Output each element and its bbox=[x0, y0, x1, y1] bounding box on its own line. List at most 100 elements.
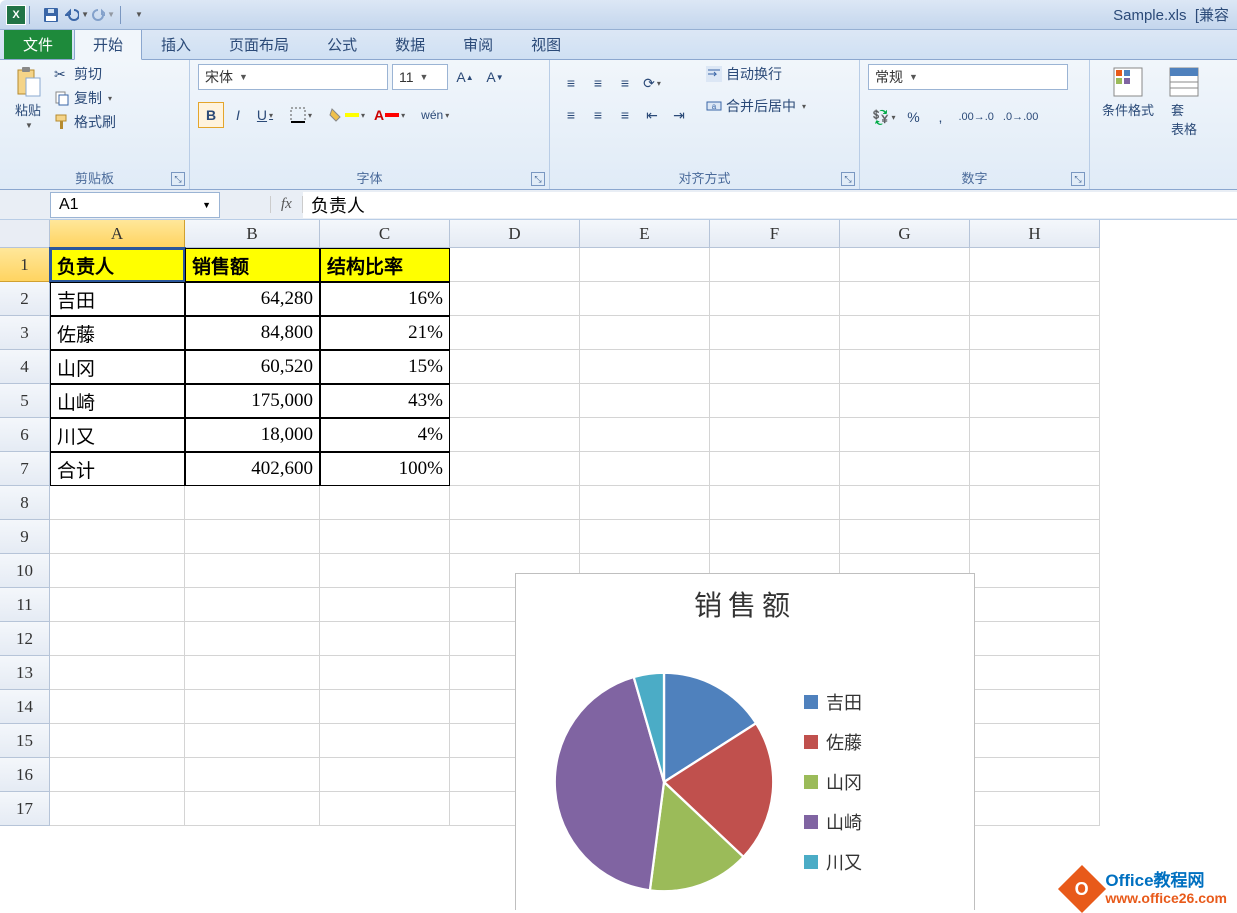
cell-H6[interactable] bbox=[970, 418, 1100, 452]
redo-button[interactable]: ▼ bbox=[91, 4, 115, 26]
cell-H2[interactable] bbox=[970, 282, 1100, 316]
underline-button[interactable]: U▾ bbox=[252, 102, 278, 128]
increase-font-button[interactable]: A▲ bbox=[452, 64, 478, 90]
tab-file[interactable]: 文件 bbox=[4, 27, 72, 59]
row-header-9[interactable]: 9 bbox=[0, 520, 50, 554]
cell-F3[interactable] bbox=[710, 316, 840, 350]
row-header-8[interactable]: 8 bbox=[0, 486, 50, 520]
bold-button[interactable]: B bbox=[198, 102, 224, 128]
tab-review[interactable]: 审阅 bbox=[444, 27, 512, 59]
row-header-11[interactable]: 11 bbox=[0, 588, 50, 622]
cell-H11[interactable] bbox=[970, 588, 1100, 622]
cell-B11[interactable] bbox=[185, 588, 320, 622]
cell-G6[interactable] bbox=[840, 418, 970, 452]
cell-A10[interactable] bbox=[50, 554, 185, 588]
cell-F5[interactable] bbox=[710, 384, 840, 418]
cell-B12[interactable] bbox=[185, 622, 320, 656]
cell-C11[interactable] bbox=[320, 588, 450, 622]
align-launcher[interactable]: ⤡ bbox=[841, 172, 855, 186]
select-all-corner[interactable] bbox=[0, 220, 50, 248]
cell-H4[interactable] bbox=[970, 350, 1100, 384]
cut-button[interactable]: ✂剪切 bbox=[54, 64, 116, 84]
number-launcher[interactable]: ⤡ bbox=[1071, 172, 1085, 186]
align-middle-button[interactable]: ≡ bbox=[585, 70, 611, 96]
cell-D7[interactable] bbox=[450, 452, 580, 486]
cell-B2[interactable]: 64,280 bbox=[185, 282, 320, 316]
cell-A4[interactable]: 山冈 bbox=[50, 350, 185, 384]
tab-view[interactable]: 视图 bbox=[512, 27, 580, 59]
cell-D1[interactable] bbox=[450, 248, 580, 282]
formula-input[interactable] bbox=[303, 192, 1237, 218]
cell-A11[interactable] bbox=[50, 588, 185, 622]
tab-insert[interactable]: 插入 bbox=[142, 27, 210, 59]
cell-F6[interactable] bbox=[710, 418, 840, 452]
cell-B15[interactable] bbox=[185, 724, 320, 758]
cell-B7[interactable]: 402,600 bbox=[185, 452, 320, 486]
row-header-17[interactable]: 17 bbox=[0, 792, 50, 826]
qat-customize[interactable]: ▼ bbox=[126, 4, 150, 26]
cell-C5[interactable]: 43% bbox=[320, 384, 450, 418]
column-header-F[interactable]: F bbox=[710, 220, 840, 248]
cell-B6[interactable]: 18,000 bbox=[185, 418, 320, 452]
cell-A15[interactable] bbox=[50, 724, 185, 758]
column-header-H[interactable]: H bbox=[970, 220, 1100, 248]
align-top-button[interactable]: ≡ bbox=[558, 70, 584, 96]
cell-F4[interactable] bbox=[710, 350, 840, 384]
tab-formula[interactable]: 公式 bbox=[308, 27, 376, 59]
cell-C17[interactable] bbox=[320, 792, 450, 826]
column-header-D[interactable]: D bbox=[450, 220, 580, 248]
cell-B16[interactable] bbox=[185, 758, 320, 792]
increase-decimal-button[interactable]: .00→.0 bbox=[954, 104, 997, 130]
cell-A17[interactable] bbox=[50, 792, 185, 826]
wrap-text-button[interactable]: 自动换行 bbox=[706, 64, 806, 84]
cell-C15[interactable] bbox=[320, 724, 450, 758]
cell-G5[interactable] bbox=[840, 384, 970, 418]
cell-C16[interactable] bbox=[320, 758, 450, 792]
cell-H10[interactable] bbox=[970, 554, 1100, 588]
cell-H12[interactable] bbox=[970, 622, 1100, 656]
row-header-10[interactable]: 10 bbox=[0, 554, 50, 588]
font-size-combo[interactable]: 11▼ bbox=[392, 64, 448, 90]
row-header-1[interactable]: 1 bbox=[0, 248, 50, 282]
increase-indent-button[interactable]: ⇥ bbox=[666, 102, 692, 128]
row-header-4[interactable]: 4 bbox=[0, 350, 50, 384]
cell-B8[interactable] bbox=[185, 486, 320, 520]
cell-F7[interactable] bbox=[710, 452, 840, 486]
orientation-button[interactable]: ⟳▾ bbox=[639, 70, 665, 96]
cell-C3[interactable]: 21% bbox=[320, 316, 450, 350]
row-header-16[interactable]: 16 bbox=[0, 758, 50, 792]
cell-C13[interactable] bbox=[320, 656, 450, 690]
column-header-B[interactable]: B bbox=[185, 220, 320, 248]
cell-A5[interactable]: 山崎 bbox=[50, 384, 185, 418]
cell-A3[interactable]: 佐藤 bbox=[50, 316, 185, 350]
cell-C7[interactable]: 100% bbox=[320, 452, 450, 486]
tab-data[interactable]: 数据 bbox=[376, 27, 444, 59]
cell-C8[interactable] bbox=[320, 486, 450, 520]
merge-center-button[interactable]: a合并后居中▾ bbox=[706, 96, 806, 116]
cell-D6[interactable] bbox=[450, 418, 580, 452]
font-color-button[interactable]: A▾ bbox=[370, 102, 409, 128]
row-header-12[interactable]: 12 bbox=[0, 622, 50, 656]
decrease-font-button[interactable]: A▼ bbox=[482, 64, 508, 90]
cell-C9[interactable] bbox=[320, 520, 450, 554]
italic-button[interactable]: I bbox=[225, 102, 251, 128]
fill-color-button[interactable]: ▾ bbox=[324, 102, 369, 128]
cell-G4[interactable] bbox=[840, 350, 970, 384]
row-header-2[interactable]: 2 bbox=[0, 282, 50, 316]
embedded-chart[interactable]: 销售额 吉田佐藤山冈山崎川又 bbox=[515, 573, 975, 910]
cell-H9[interactable] bbox=[970, 520, 1100, 554]
cell-D2[interactable] bbox=[450, 282, 580, 316]
cell-F1[interactable] bbox=[710, 248, 840, 282]
cell-C1[interactable]: 结构比率 bbox=[320, 248, 450, 282]
cell-G8[interactable] bbox=[840, 486, 970, 520]
worksheet-grid[interactable]: ABCDEFGH 1234567891011121314151617 负责人销售… bbox=[0, 220, 1237, 910]
save-button[interactable] bbox=[39, 4, 63, 26]
cell-B1[interactable]: 销售额 bbox=[185, 248, 320, 282]
clipboard-launcher[interactable]: ⤡ bbox=[171, 172, 185, 186]
row-header-6[interactable]: 6 bbox=[0, 418, 50, 452]
cell-B4[interactable]: 60,520 bbox=[185, 350, 320, 384]
cell-H1[interactable] bbox=[970, 248, 1100, 282]
cell-H14[interactable] bbox=[970, 690, 1100, 724]
cell-C2[interactable]: 16% bbox=[320, 282, 450, 316]
cell-H13[interactable] bbox=[970, 656, 1100, 690]
